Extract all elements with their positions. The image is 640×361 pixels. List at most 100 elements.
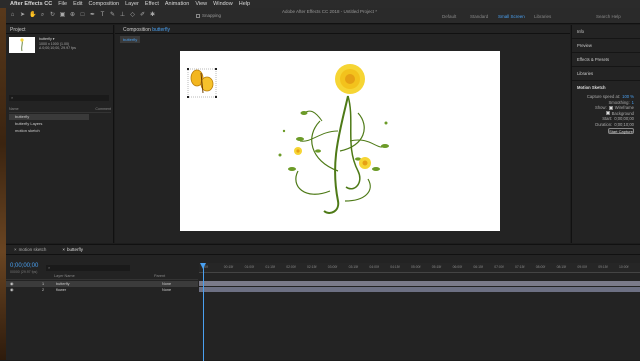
ruler-tick: 01:00f bbox=[244, 265, 255, 269]
roto-brush-tool-icon[interactable]: ✐ bbox=[139, 12, 146, 19]
project-panel: Project butterfly ▾ 1000 x 1000 (1.00) Δ… bbox=[6, 25, 114, 243]
puppet-tool-icon[interactable]: ✱ bbox=[149, 12, 156, 19]
wireframe-label: Wireframe bbox=[614, 105, 634, 111]
ruler-tick: 08:15f bbox=[556, 265, 567, 269]
composition-canvas[interactable] bbox=[180, 51, 500, 231]
menu-composition[interactable]: Composition bbox=[89, 1, 120, 7]
menu-file[interactable]: File bbox=[58, 1, 67, 7]
workspace-libraries[interactable]: Libraries bbox=[534, 14, 551, 19]
ruler-tick: 09:15f bbox=[598, 265, 608, 269]
ruler-tick: 00:15f bbox=[223, 265, 234, 269]
search-help[interactable]: Search Help bbox=[596, 14, 621, 19]
column-name[interactable]: Name bbox=[9, 107, 19, 112]
app-menu[interactable]: After Effects CC bbox=[10, 1, 52, 7]
composition-breadcrumb[interactable]: butterfly bbox=[120, 36, 141, 43]
close-icon[interactable]: × bbox=[62, 247, 65, 252]
butterfly-layer[interactable] bbox=[187, 68, 217, 98]
rectangle-tool-icon[interactable]: □ bbox=[79, 12, 86, 19]
timeline-tabs: × motion sketch × butterfly bbox=[6, 245, 640, 255]
workspace-small-screen[interactable]: Small Screen bbox=[498, 14, 525, 19]
duration-row: Duration: 0;00;10;00 bbox=[572, 122, 640, 128]
brush-tool-icon[interactable]: ✎ bbox=[109, 12, 116, 19]
project-search-input[interactable]: ⌕ bbox=[9, 95, 109, 101]
background-checkbox[interactable] bbox=[605, 111, 610, 116]
eraser-tool-icon[interactable]: ◇ bbox=[129, 12, 136, 19]
flower-layer[interactable] bbox=[295, 95, 386, 214]
sunflower-small-left bbox=[294, 147, 302, 155]
mac-menubar: After Effects CC File Edit Composition L… bbox=[0, 0, 640, 243]
column-layer-name[interactable]: Layer Name bbox=[54, 274, 75, 278]
tab-butterfly[interactable]: × butterfly bbox=[54, 247, 91, 252]
project-item-duration: Δ 0;00;10;00, 29.97 fps bbox=[39, 46, 76, 51]
layer-parent[interactable]: None bbox=[162, 287, 171, 293]
project-row-motion-sketch[interactable]: motion sketch bbox=[9, 128, 89, 134]
tab-motion-sketch-label: motion sketch bbox=[18, 247, 47, 252]
menu-help[interactable]: Help bbox=[239, 1, 250, 7]
visibility-eye-icon[interactable]: ◉ bbox=[10, 287, 13, 293]
motion-sketch-panel: Motion Sketch Capture speed at: 100 % Sm… bbox=[572, 81, 640, 134]
menu-window[interactable]: Window bbox=[213, 1, 233, 7]
home-icon[interactable]: ⌂ bbox=[9, 12, 16, 19]
snapping-checkbox[interactable] bbox=[196, 13, 200, 18]
project-tab[interactable]: Project bbox=[6, 25, 113, 34]
ruler-tick: 04:00f bbox=[369, 265, 379, 269]
capture-speed-label: Capture speed at: bbox=[586, 94, 621, 100]
pan-behind-tool-icon[interactable]: ⊕ bbox=[69, 12, 76, 19]
zoom-tool-icon[interactable]: ⌕ bbox=[39, 12, 46, 19]
menu-view[interactable]: View bbox=[195, 1, 207, 7]
project-item-info: butterfly ▾ 1000 x 1000 (1.00) Δ 0;00;10… bbox=[39, 37, 76, 51]
workspace-standard[interactable]: Standard bbox=[470, 14, 488, 19]
tools-toolbar: ⌂ ➤ ✋ ⌕ ↻ ▣ ⊕ □ ✒ T ✎ ⊥ ◇ ✐ ✱ Snapping A… bbox=[6, 8, 640, 24]
ruler-tick: 05:15f bbox=[431, 265, 442, 269]
ruler-tick: 08:00f bbox=[535, 265, 546, 269]
layer-name[interactable]: flower bbox=[56, 287, 66, 293]
timeline-search-input[interactable]: ⌕ bbox=[46, 265, 130, 271]
menu-animation[interactable]: Animation bbox=[165, 1, 189, 7]
effects-presets-panel[interactable]: Effects & Presets bbox=[572, 53, 640, 67]
menu-layer[interactable]: Layer bbox=[125, 1, 139, 7]
smoothing-label: Smoothing: bbox=[608, 99, 630, 105]
ruler-tick: 07:15f bbox=[515, 265, 525, 269]
sunflower-large bbox=[335, 64, 365, 94]
camera-tool-icon[interactable]: ▣ bbox=[59, 12, 66, 19]
snapping-toggle[interactable]: Snapping bbox=[196, 13, 221, 18]
pen-tool-icon[interactable]: ✒ bbox=[89, 12, 96, 19]
start-capture-button[interactable]: Start Capture bbox=[608, 128, 634, 134]
snapping-label: Snapping bbox=[202, 13, 222, 18]
tab-motion-sketch[interactable]: × motion sketch bbox=[6, 247, 54, 252]
background-label: Background bbox=[611, 110, 634, 116]
current-timecode[interactable]: 0;00;00;00 bbox=[10, 263, 38, 269]
project-row-butterfly-layers[interactable]: butterfly Layers bbox=[9, 121, 89, 127]
ruler-tick: 07:00f bbox=[494, 265, 504, 269]
selection-tool-icon[interactable]: ➤ bbox=[19, 12, 26, 19]
libraries-panel[interactable]: Libraries bbox=[572, 67, 640, 81]
hand-tool-icon[interactable]: ✋ bbox=[29, 12, 36, 19]
column-parent[interactable]: Parent bbox=[154, 274, 165, 278]
menu-effect[interactable]: Effect bbox=[145, 1, 159, 7]
workspace-default[interactable]: Default bbox=[442, 14, 456, 19]
ruler-tick: 06:00f bbox=[452, 265, 463, 269]
info-panel[interactable]: Info bbox=[572, 25, 640, 39]
layer-row-flower[interactable]: ◉ 2 flower None bbox=[6, 287, 198, 293]
composition-artwork bbox=[187, 64, 389, 214]
layer-column-header: Layer Name Parent bbox=[6, 274, 198, 280]
capture-speed-value[interactable]: 100 % bbox=[622, 94, 634, 99]
project-thumbnail bbox=[9, 37, 35, 53]
close-icon[interactable]: × bbox=[14, 247, 17, 252]
layer-bar-flower[interactable] bbox=[199, 287, 640, 292]
composition-tab-prefix: Composition bbox=[123, 27, 151, 33]
ruler-tick: 09:00f bbox=[577, 265, 587, 269]
clone-stamp-tool-icon[interactable]: ⊥ bbox=[119, 12, 126, 19]
menu-edit[interactable]: Edit bbox=[73, 1, 82, 7]
rotate-tool-icon[interactable]: ↻ bbox=[49, 12, 56, 19]
project-row-butterfly[interactable]: butterfly bbox=[9, 114, 89, 120]
layer-bar-butterfly[interactable] bbox=[199, 281, 640, 286]
type-tool-icon[interactable]: T bbox=[99, 12, 106, 19]
wireframe-checkbox[interactable] bbox=[608, 105, 613, 110]
smoothing-value[interactable]: 1 bbox=[632, 100, 634, 105]
preview-panel[interactable]: Preview bbox=[572, 39, 640, 53]
time-ruler[interactable]: 00f 00:15f 01:00f 01:15f 02:00f 02:15f 03:00f 0… bbox=[199, 263, 640, 273]
composition-tab[interactable]: Composition butterfly bbox=[115, 25, 570, 34]
playhead-line[interactable] bbox=[203, 263, 204, 361]
column-comment[interactable]: Comment bbox=[95, 107, 111, 112]
